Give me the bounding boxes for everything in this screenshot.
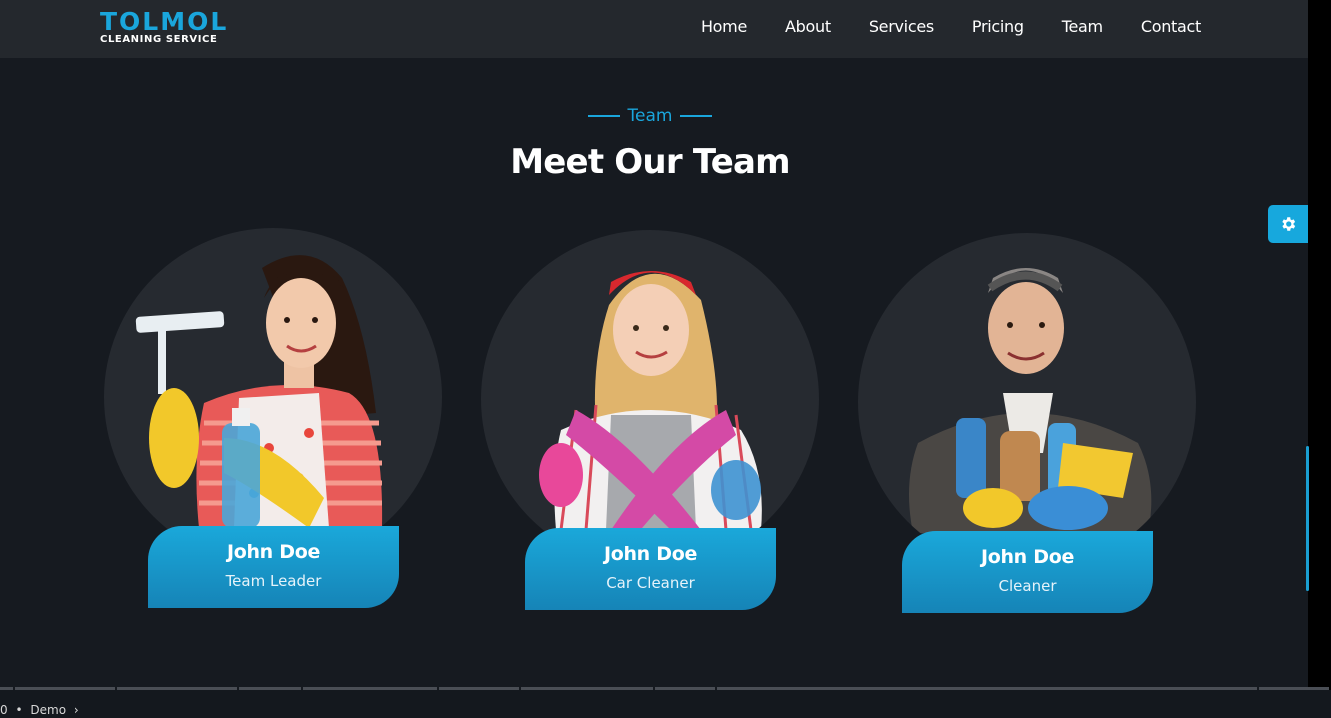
nav-link-services[interactable]: Services xyxy=(869,17,934,36)
eyebrow-text: Team xyxy=(627,106,673,126)
chapter-indicator[interactable]: 0 • Demo › xyxy=(0,703,79,717)
website-viewport: TOLMOL CLEANING SERVICE Home About Servi… xyxy=(0,0,1308,690)
navbar: TOLMOL CLEANING SERVICE Home About Servi… xyxy=(0,0,1308,58)
member-role: Car Cleaner xyxy=(606,574,695,592)
chapter-index: 0 xyxy=(0,703,8,717)
team-member-photo-2 xyxy=(481,230,819,568)
gear-icon xyxy=(1282,217,1296,231)
member-role: Cleaner xyxy=(998,577,1057,595)
scrollbar-thumb[interactable] xyxy=(1306,446,1309,591)
name-tag-2: John Doe Car Cleaner xyxy=(525,528,776,610)
team-card-3: John Doe Cleaner xyxy=(858,233,1198,623)
section-title: Meet Our Team xyxy=(510,142,790,182)
nav-link-pricing[interactable]: Pricing xyxy=(972,17,1024,36)
team-card-1: John Doe Team Leader xyxy=(104,228,444,618)
logo-subtitle: CLEANING SERVICE xyxy=(100,34,218,45)
eyebrow-line-left xyxy=(587,115,620,117)
chapter-label: Demo xyxy=(30,703,67,717)
member-name: John Doe xyxy=(226,541,321,563)
chevron-right-icon: › xyxy=(73,703,79,717)
section-eyebrow: Team xyxy=(0,106,1300,126)
member-role: Team Leader xyxy=(225,572,322,590)
female-cleaner-photo xyxy=(539,271,762,535)
browser-edge xyxy=(1308,0,1331,690)
male-cleaner-photo xyxy=(909,268,1152,533)
member-name: John Doe xyxy=(603,543,698,565)
chapter-separator: • xyxy=(15,703,23,717)
nav-link-team[interactable]: Team xyxy=(1062,17,1103,36)
page: TOLMOL CLEANING SERVICE Home About Servi… xyxy=(0,0,1331,718)
member-name: John Doe xyxy=(980,546,1075,568)
team-card-2: John Doe Car Cleaner xyxy=(481,230,821,620)
team-member-photo-3 xyxy=(858,233,1196,571)
nav-link-home[interactable]: Home xyxy=(701,17,747,36)
eyebrow-line-right xyxy=(680,115,713,117)
brand-logo[interactable]: TOLMOL CLEANING SERVICE xyxy=(100,7,229,46)
nav-link-contact[interactable]: Contact xyxy=(1141,17,1201,36)
name-tag-1: John Doe Team Leader xyxy=(148,526,399,608)
logo-title: TOLMOL xyxy=(100,7,229,36)
team-member-photo-1 xyxy=(104,228,442,566)
female-cleaner-photo xyxy=(135,255,383,528)
name-tag-3: John Doe Cleaner xyxy=(902,531,1153,613)
nav-link-about[interactable]: About xyxy=(785,17,831,36)
settings-toggle-button[interactable] xyxy=(1268,205,1308,243)
chapter-timeline[interactable] xyxy=(0,687,1331,690)
main-nav: Home About Services Pricing Team Contact xyxy=(701,17,1201,36)
